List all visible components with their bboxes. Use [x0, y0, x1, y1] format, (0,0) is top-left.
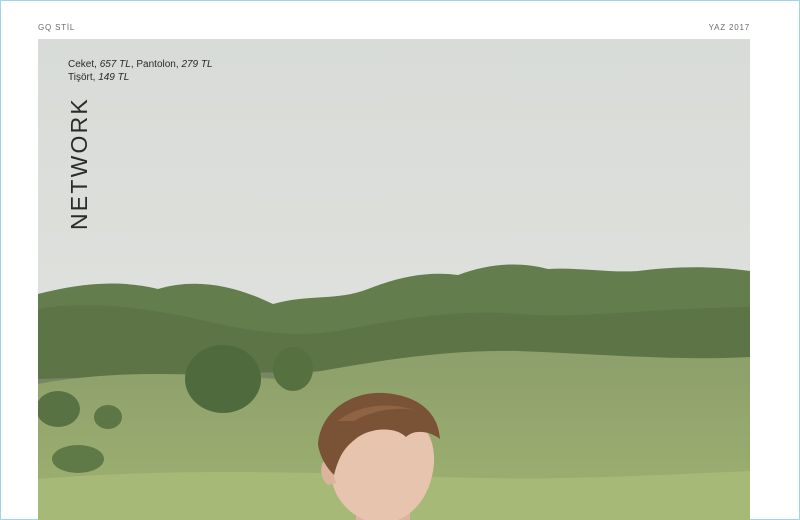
magazine-section-label: GQ STİL	[38, 23, 76, 32]
caption-item-jacket: Ceket,	[68, 59, 100, 70]
issue-label: YAZ 2017	[708, 23, 750, 32]
caption-line-1: Ceket, 657 TL, Pantolon, 279 TL	[68, 58, 213, 71]
bush	[94, 405, 122, 429]
caption-price-jacket: 657 TL	[99, 59, 131, 70]
landscape-illustration	[38, 39, 750, 520]
outfit-caption: Ceket, 657 TL, Pantolon, 279 TL Tişört, …	[68, 58, 213, 84]
bush	[185, 345, 261, 413]
section-title: NETWORK	[66, 97, 92, 230]
editorial-photo: Ceket, 657 TL, Pantolon, 279 TL Tişört, …	[38, 39, 750, 520]
caption-item-tshirt: Tişört,	[68, 72, 99, 83]
bush	[52, 445, 104, 473]
caption-line-2: Tişört, 149 TL	[68, 71, 213, 84]
bush	[38, 391, 80, 427]
caption-price-trousers: 279 TL	[181, 59, 213, 70]
bush	[273, 347, 313, 391]
caption-price-tshirt: 149 TL	[98, 72, 130, 83]
caption-item-trousers: Pantolon,	[136, 59, 182, 70]
